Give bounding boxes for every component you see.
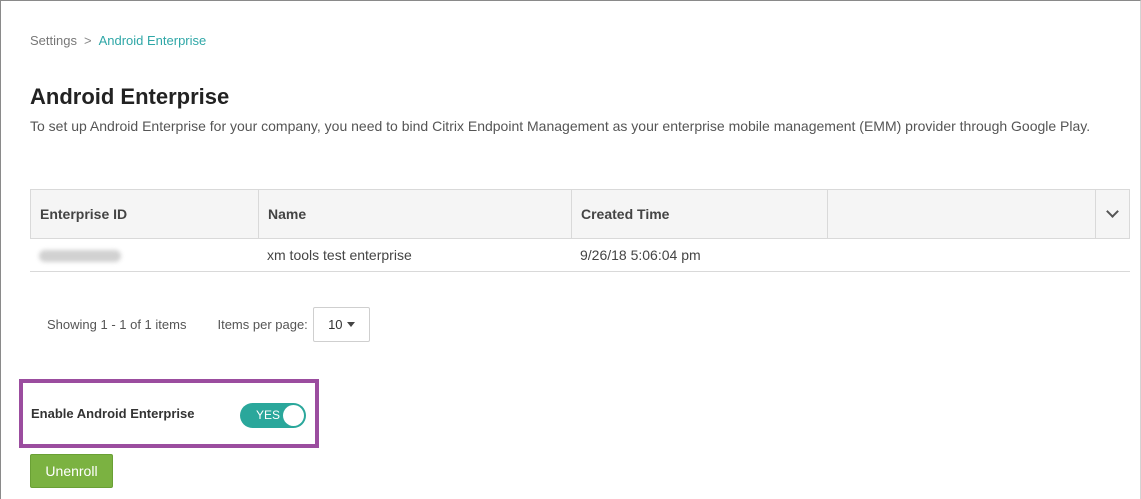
column-header-name[interactable]: Name	[259, 190, 572, 238]
column-menu-button[interactable]	[1096, 190, 1129, 238]
table-header: Enterprise ID Name Created Time	[30, 189, 1130, 239]
table-row[interactable]: xm tools test enterprise 9/26/18 5:06:04…	[30, 239, 1130, 272]
caret-down-icon	[346, 322, 355, 327]
breadcrumb-android-enterprise[interactable]: Android Enterprise	[99, 33, 207, 48]
breadcrumb: Settings > Android Enterprise	[30, 33, 206, 48]
redacted-enterprise-id	[39, 250, 121, 263]
cell-enterprise-id	[30, 247, 258, 263]
showing-count: Showing 1 - 1 of 1 items	[47, 317, 187, 332]
column-header-empty	[828, 190, 1096, 238]
page-description: To set up Android Enterprise for your co…	[30, 118, 1091, 134]
unenroll-button[interactable]: Unenroll	[30, 454, 113, 488]
column-header-created-time[interactable]: Created Time	[572, 190, 828, 238]
pagination: Showing 1 - 1 of 1 items Items per page:…	[47, 307, 370, 342]
breadcrumb-separator: >	[83, 33, 92, 48]
items-per-page-label: Items per page:	[217, 317, 308, 332]
chevron-down-icon	[1106, 205, 1119, 218]
items-per-page-value: 10	[328, 317, 343, 332]
page-title: Android Enterprise	[30, 84, 230, 109]
breadcrumb-settings[interactable]: Settings	[30, 33, 77, 48]
cell-name: xm tools test enterprise	[267, 247, 412, 263]
enable-android-enterprise-label: Enable Android Enterprise	[31, 406, 195, 421]
items-per-page-select[interactable]: 10	[312, 307, 370, 342]
enterprise-table: Enterprise ID Name Created Time xm tools…	[30, 189, 1130, 272]
toggle-state-text: YES	[256, 408, 281, 422]
enable-android-enterprise-toggle[interactable]: YES	[240, 403, 306, 428]
column-header-enterprise-id[interactable]: Enterprise ID	[31, 190, 259, 238]
toggle-knob	[283, 405, 304, 426]
cell-created-time: 9/26/18 5:06:04 pm	[580, 247, 701, 263]
